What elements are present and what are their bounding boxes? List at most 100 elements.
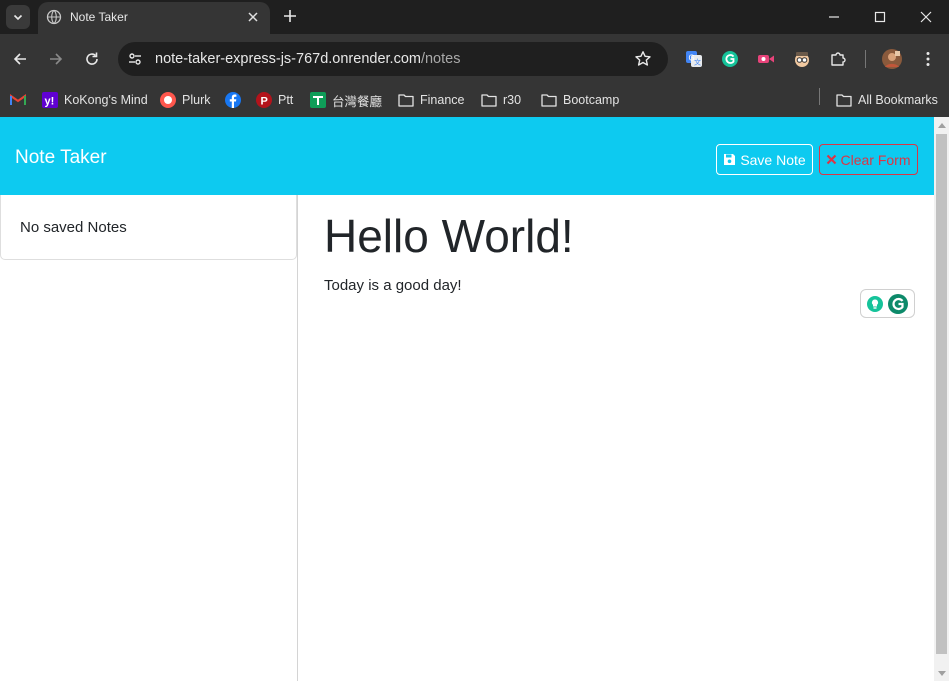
grammarly-widget[interactable]: [860, 289, 915, 318]
lightbulb-icon: [867, 295, 883, 312]
forward-button[interactable]: [44, 47, 68, 71]
bookmark-folder-bootcamp[interactable]: Bootcamp: [541, 89, 619, 111]
puzzle-icon: [831, 52, 846, 66]
url-text: note-taker-express-js-767d.onrender.com/…: [155, 51, 460, 67]
back-button[interactable]: [8, 47, 32, 71]
bookmark-all-bookmarks[interactable]: All Bookmarks: [836, 89, 938, 111]
tab-close-button[interactable]: [244, 8, 262, 26]
avatar: [882, 49, 902, 69]
page-viewport: Note Taker Save Note Clear Form No saved…: [0, 117, 934, 681]
facebook-icon: [225, 92, 241, 108]
arrow-right-icon: [50, 53, 63, 65]
arrow-left-icon: [13, 53, 26, 65]
toolbar-divider: [865, 50, 866, 68]
triangle-down-icon: [937, 670, 946, 676]
tab-strip: Note Taker: [0, 0, 949, 34]
plus-icon: [284, 10, 296, 22]
window-close-button[interactable]: [903, 0, 949, 34]
profile-button[interactable]: [882, 49, 902, 69]
empty-notes-message: No saved Notes: [20, 219, 127, 236]
chevron-down-icon: [13, 14, 23, 21]
clear-form-label: Clear Form: [840, 151, 911, 168]
bookmark-star-button[interactable]: [633, 49, 653, 69]
close-icon: [827, 154, 837, 165]
browser-tab[interactable]: Note Taker: [38, 2, 270, 34]
star-icon: [635, 51, 651, 66]
folder-icon: [398, 92, 414, 108]
video-extension[interactable]: [756, 49, 776, 69]
maximize-button[interactable]: [857, 0, 903, 34]
bookmark-label: Bootcamp: [563, 93, 620, 107]
notes-sidebar: No saved Notes: [0, 195, 298, 681]
scroll-down-button[interactable]: [934, 666, 949, 681]
scrollbar-thumb[interactable]: [936, 134, 947, 654]
yahoo-icon: y!: [42, 92, 58, 108]
url-path: /notes: [420, 51, 461, 67]
app-brand[interactable]: Note Taker: [15, 147, 107, 169]
bookmark-kokongs-mind[interactable]: y! KoKong's Mind: [42, 89, 148, 111]
note-title-input[interactable]: [324, 209, 884, 263]
tab-search-button[interactable]: [6, 5, 30, 29]
grammarly-extension[interactable]: [720, 49, 740, 69]
plurk-icon: [160, 92, 176, 108]
google-translate-icon: G文: [686, 51, 702, 67]
bookmark-ptt[interactable]: P Ptt: [256, 89, 293, 111]
bookmark-facebook[interactable]: [225, 89, 247, 111]
minimize-icon: [829, 16, 839, 18]
table-icon: [310, 92, 326, 108]
translate-extension[interactable]: G文: [684, 49, 704, 69]
bookmark-label: All Bookmarks: [858, 93, 938, 107]
bookmark-folder-finance[interactable]: Finance: [398, 89, 464, 111]
bookmark-label: Plurk: [182, 93, 211, 107]
app-navbar: Note Taker Save Note Clear Form: [0, 117, 934, 195]
detective-icon: [795, 52, 809, 67]
svg-text:文: 文: [694, 58, 701, 67]
tune-icon: [129, 53, 141, 65]
close-icon: [920, 11, 932, 23]
reload-button[interactable]: [80, 47, 104, 71]
grammarly-icon: [722, 51, 738, 67]
spy-extension[interactable]: [792, 49, 812, 69]
more-vert-icon: [926, 52, 930, 66]
bookmark-label: KoKong's Mind: [64, 93, 148, 107]
bookmarks-divider: [819, 88, 820, 105]
note-text-area[interactable]: Today is a good day!: [324, 277, 884, 577]
triangle-up-icon: [937, 122, 946, 128]
bookmark-taiwan-restaurants[interactable]: 台灣餐廳: [310, 89, 382, 111]
bookmark-label: r30: [503, 93, 522, 107]
save-note-label: Save Note: [740, 151, 806, 168]
gmail-icon: [10, 92, 26, 108]
list-item: No saved Notes: [0, 195, 297, 260]
maximize-icon: [874, 11, 886, 23]
site-info-button[interactable]: [126, 50, 144, 68]
folder-icon: [481, 92, 497, 108]
close-icon: [248, 12, 258, 22]
address-bar[interactable]: note-taker-express-js-767d.onrender.com/…: [118, 42, 668, 76]
globe-icon: [46, 9, 62, 25]
svg-text:y!: y!: [45, 96, 55, 108]
save-note-button[interactable]: Save Note: [716, 144, 813, 175]
floppy-disk-icon: [724, 154, 736, 165]
ptt-icon: P: [256, 92, 272, 108]
bookmark-plurk[interactable]: Plurk: [160, 89, 210, 111]
extensions-button[interactable]: [828, 49, 848, 69]
folder-icon: [541, 92, 557, 108]
new-tab-button[interactable]: [280, 6, 300, 26]
bookmark-folder-r30[interactable]: r30: [481, 89, 521, 111]
grammarly-icon: [888, 293, 908, 314]
note-editor: Today is a good day!: [298, 195, 934, 681]
minimize-button[interactable]: [811, 0, 857, 34]
tab-title: Note Taker: [70, 10, 128, 24]
reload-icon: [86, 52, 98, 65]
url-host: note-taker-express-js-767d.onrender.com: [155, 51, 421, 67]
menu-button[interactable]: [918, 49, 938, 69]
bookmark-gmail[interactable]: [10, 89, 32, 111]
scroll-up-button[interactable]: [934, 117, 949, 132]
bookmark-label: Ptt: [278, 93, 294, 107]
bookmark-label: Finance: [420, 93, 465, 107]
clear-form-button[interactable]: Clear Form: [819, 144, 918, 175]
folder-icon: [836, 92, 852, 108]
bookmark-label: 台灣餐廳: [332, 94, 383, 109]
video-record-icon: [758, 55, 774, 63]
svg-text:P: P: [261, 96, 268, 108]
